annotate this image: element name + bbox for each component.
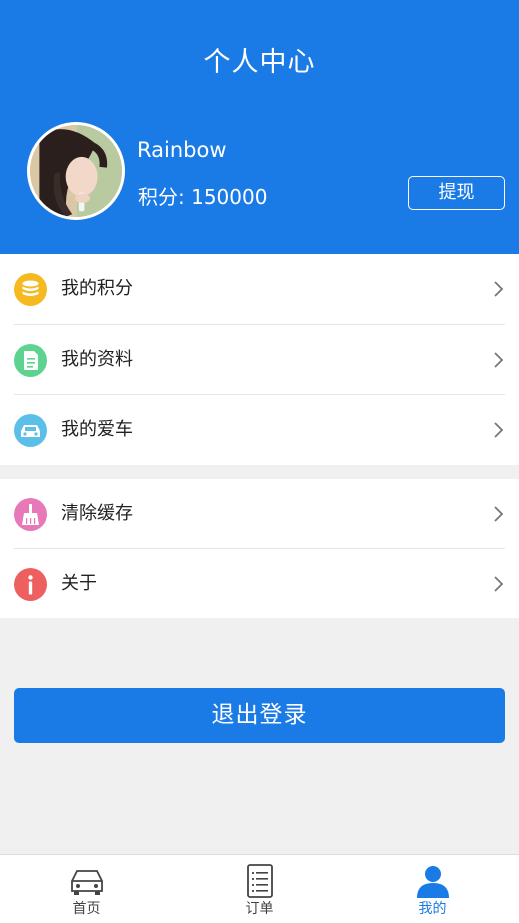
- menu-item-label: 我的资料: [61, 349, 133, 370]
- logout-button[interactable]: 退出登录: [14, 688, 505, 743]
- points-balance: 积分: 150000: [138, 185, 268, 209]
- menu-group-system: 清除缓存 关于: [0, 479, 519, 618]
- chevron-right-icon: [494, 422, 504, 438]
- car-outline-icon: [69, 864, 105, 898]
- list-icon: [242, 864, 278, 898]
- page-title: 个人中心: [203, 47, 316, 78]
- menu-item-my-points[interactable]: 我的积分: [0, 254, 519, 324]
- menu-item-label: 关于: [61, 573, 97, 594]
- menu-item-label: 我的积分: [61, 278, 133, 299]
- menu-item-my-profile[interactable]: 我的资料: [0, 325, 519, 395]
- person-icon: [415, 864, 451, 898]
- menu-item-clear-cache[interactable]: 清除缓存: [0, 479, 519, 549]
- menu-item-label: 清除缓存: [61, 503, 133, 524]
- profile-header: 个人中心 Rainbow 积分: 150000 提现: [0, 0, 519, 254]
- menu-item-about[interactable]: 关于: [0, 549, 519, 619]
- tab-home[interactable]: 首页: [0, 855, 173, 923]
- chevron-right-icon: [494, 576, 504, 592]
- tab-label: 订单: [245, 901, 274, 917]
- menu-group-account: 我的积分 我的资料 我的爱车: [0, 254, 519, 465]
- avatar-image: [30, 125, 122, 217]
- broom-icon: [14, 498, 47, 531]
- bottom-tab-bar: 首页 订单 我的: [0, 854, 519, 923]
- username: Rainbow: [137, 138, 227, 162]
- chevron-right-icon: [494, 352, 504, 368]
- tab-label: 我的: [418, 901, 447, 917]
- info-icon: [14, 568, 47, 601]
- coins-icon: [14, 273, 47, 306]
- chevron-right-icon: [494, 506, 504, 522]
- tab-orders[interactable]: 订单: [173, 855, 346, 923]
- tab-mine[interactable]: 我的: [346, 855, 519, 923]
- car-icon: [14, 414, 47, 447]
- avatar[interactable]: [27, 122, 125, 220]
- tab-label: 首页: [72, 901, 101, 917]
- menu-item-label: 我的爱车: [61, 419, 133, 440]
- withdraw-button[interactable]: 提现: [408, 176, 505, 210]
- document-icon: [14, 344, 47, 377]
- chevron-right-icon: [494, 281, 504, 297]
- menu-item-my-car[interactable]: 我的爱车: [0, 395, 519, 465]
